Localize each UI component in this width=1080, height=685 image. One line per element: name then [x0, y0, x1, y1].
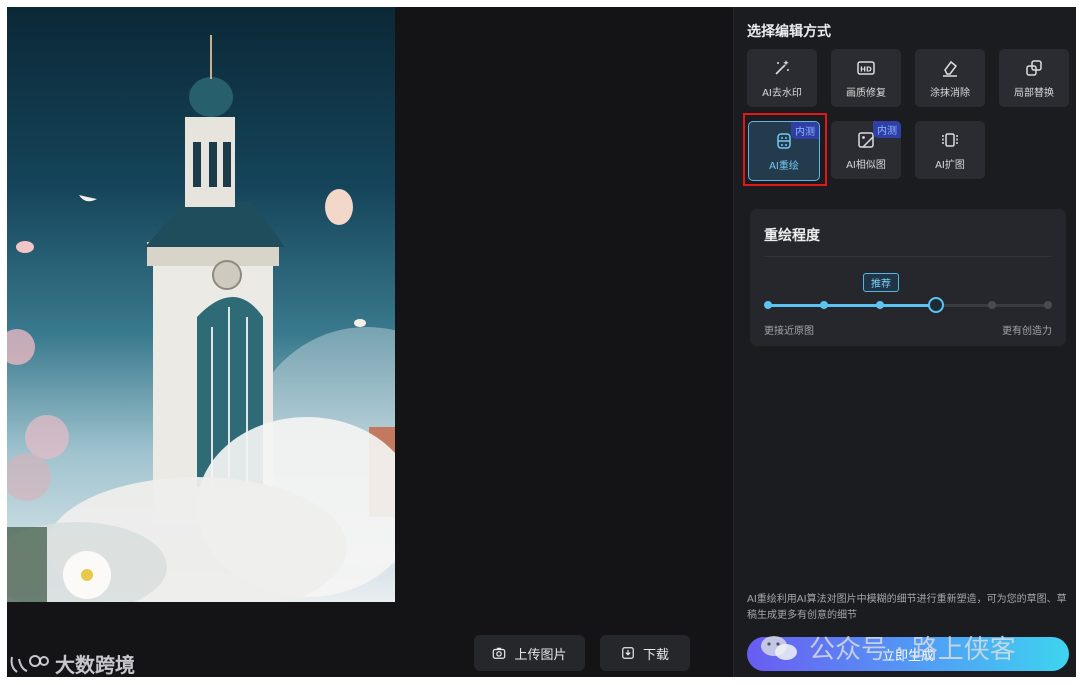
upload-image-button[interactable]: 上传图片: [474, 635, 585, 671]
tool-partial-replace[interactable]: 局部替换: [999, 49, 1069, 107]
brand-watermark: 大数跨境: [9, 649, 135, 678]
brand-logo-icon: [10, 654, 49, 673]
recommend-tag: 推荐: [863, 273, 899, 292]
tool-smear-erase[interactable]: 涂抹消除: [915, 49, 985, 107]
tool-label: 涂抹消除: [930, 87, 970, 99]
hd-icon: HD: [857, 60, 875, 75]
slider-step-dot[interactable]: [988, 301, 996, 309]
upload-image-label: 上传图片: [514, 647, 567, 663]
slider-min-label: 更接近原图: [764, 326, 814, 337]
tool-ai-expand[interactable]: AI扩图: [915, 121, 985, 179]
download-button[interactable]: 下载: [600, 635, 690, 671]
tool-label: AI相似图: [846, 159, 886, 171]
tool-ai-remove-watermark[interactable]: AI去水印: [747, 49, 817, 107]
eraser-icon: [943, 60, 958, 77]
tool-ai-similar-image[interactable]: 内测 AI相似图: [831, 121, 901, 179]
slider-fill: [768, 304, 936, 307]
account-watermark: 公众号 · 路上侠客: [759, 629, 1016, 666]
preview-image: [7, 7, 395, 602]
slider-step-dot[interactable]: [1044, 301, 1052, 309]
replace-icon: [1026, 59, 1042, 76]
annotation-highlight-box: [743, 113, 827, 186]
tool-label: AI去水印: [762, 87, 802, 99]
brand-watermark-text: 大数跨境: [55, 653, 135, 677]
expand-icon: [942, 132, 958, 147]
wechat-icon: [761, 635, 797, 660]
redraw-degree-slider[interactable]: [764, 297, 1052, 313]
clock-tower-illustration: [7, 35, 395, 602]
download-label: 下载: [642, 647, 669, 663]
app-window: 上传图片 下载 选择编辑方式 AI去水印 HD 画质修复 涂抹消除 局部替换 内…: [7, 7, 1076, 677]
download-icon: [622, 647, 634, 659]
slider-step-dot[interactable]: [764, 301, 772, 309]
slider-step-dot[interactable]: [876, 301, 884, 309]
redraw-degree-title: 重绘程度: [764, 228, 820, 244]
tool-label: 局部替换: [1014, 87, 1054, 99]
slider-max-label: 更有创造力: [1002, 326, 1052, 337]
tool-label: AI扩图: [935, 159, 965, 171]
feature-description: AI重绘利用AI算法对图片中模糊的细节进行重新塑造，可为您的草图、草稿生成更多有…: [747, 594, 1067, 621]
redraw-degree-card: 重绘程度 推荐 更接近原图 更有创造力: [750, 209, 1066, 346]
slider-step-dot[interactable]: [820, 301, 828, 309]
edit-panel: 选择编辑方式 AI去水印 HD 画质修复 涂抹消除 局部替换 内测 AI重绘 内…: [733, 7, 1076, 677]
account-watermark-text: 公众号 · 路上侠客: [809, 635, 1016, 665]
magic-wand-icon: [775, 59, 789, 75]
tool-label: 画质修复: [846, 87, 886, 99]
tool-quality-repair[interactable]: HD 画质修复: [831, 49, 901, 107]
panel-title: 选择编辑方式: [747, 24, 831, 40]
camera-icon: [493, 647, 506, 659]
slider-handle[interactable]: [928, 297, 944, 313]
canvas-area: 上传图片 下载: [7, 7, 733, 677]
divider: [764, 256, 1052, 257]
svg-text:HD: HD: [860, 65, 872, 73]
beta-badge: 内测: [873, 121, 901, 138]
